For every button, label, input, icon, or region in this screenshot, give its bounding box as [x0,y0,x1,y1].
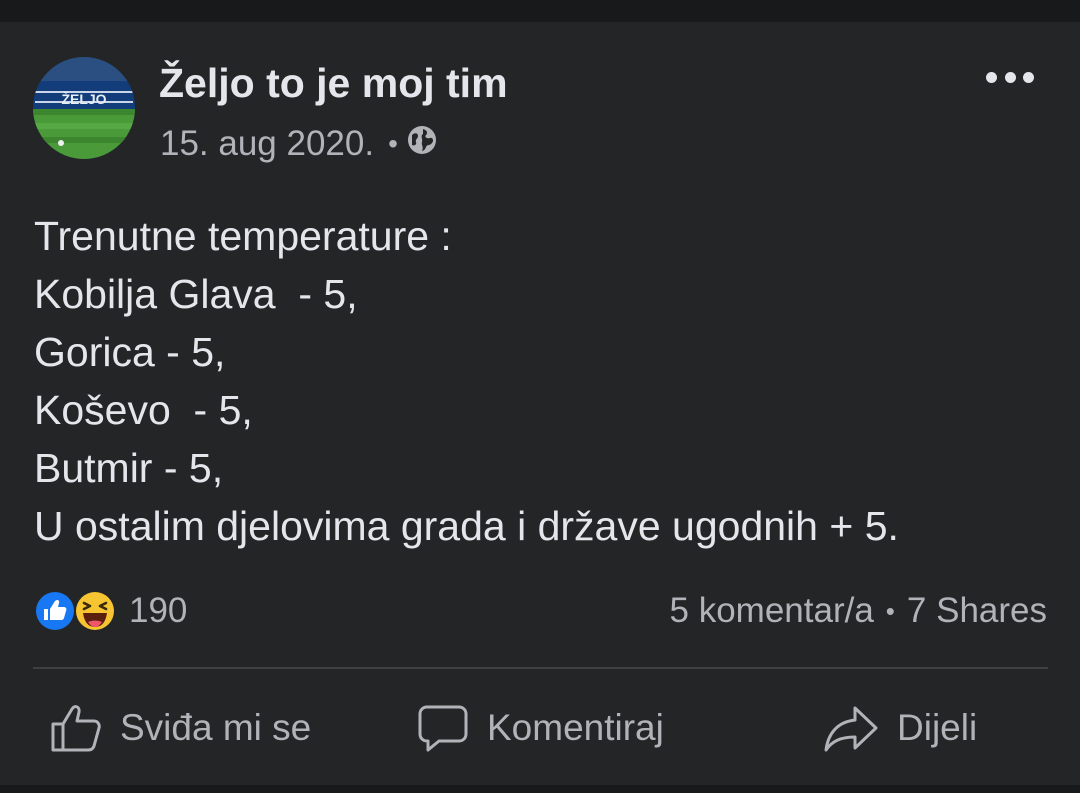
like-label: Sviđa mi se [120,707,312,748]
comment-label: Komentiraj [487,707,664,748]
shares-count-link[interactable]: 7 Shares [907,591,1047,631]
post-line: U ostalim djelovima grada i države ugodn… [34,503,899,549]
post-date[interactable]: 15. aug 2020. [160,124,374,164]
reaction-count: 190 [129,591,188,630]
comments-count-link[interactable]: 5 komentar/a [670,591,874,631]
share-icon [824,706,878,752]
page-avatar[interactable]: ŽELJO [33,57,135,159]
comment-icon [418,705,468,752]
post-meta: 15. aug 2020. • [160,122,438,166]
divider [33,667,1048,669]
post-line: Kobilja Glava - 5, [34,271,358,317]
globe-icon [406,124,438,165]
avatar-lettering: ŽELJO [61,90,106,107]
reactions-summary[interactable]: 190 [33,589,187,633]
reaction-icons [34,590,116,632]
post-card: ŽELJO Željo to je moj tim 15. aug 2020. … [0,22,1080,785]
thumbs-up-icon [51,705,101,752]
like-button[interactable]: Sviđa mi se [50,700,311,756]
engagement-stats: 5 komentar/a • 7 Shares [670,589,1047,633]
post-line: Gorica - 5, [34,329,226,375]
post-body: Trenutne temperature : Kobilja Glava - 5… [34,207,1054,555]
share-label: Dijeli [897,707,978,748]
haha-reaction-icon [74,590,116,632]
post-line: Koševo - 5, [34,387,253,433]
comment-button[interactable]: Komentiraj [417,700,664,756]
stats-separator: • [885,595,895,626]
share-button[interactable]: Dijeli [823,700,977,756]
post-line: Butmir - 5, [34,445,224,491]
like-reaction-icon [34,590,76,632]
page-name-link[interactable]: Željo to je moj tim [159,60,508,107]
stadium-photo: ŽELJO [33,57,135,159]
meta-separator: • [388,128,398,159]
more-options-icon[interactable] [986,65,1034,89]
post-line: Trenutne temperature : [34,213,452,259]
